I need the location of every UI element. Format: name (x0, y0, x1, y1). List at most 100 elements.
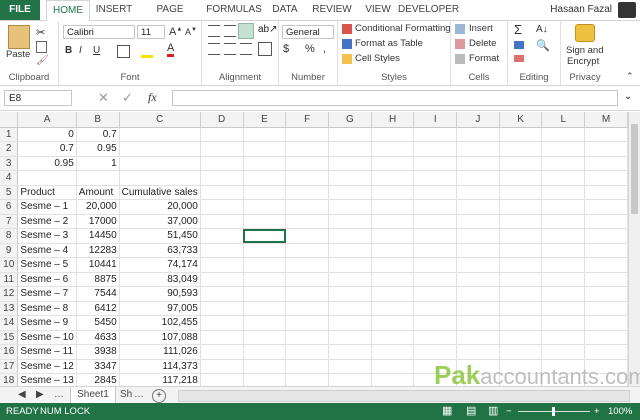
cell[interactable] (200, 272, 244, 287)
cell[interactable]: 5450 (76, 315, 120, 331)
column-header[interactable]: E (243, 112, 287, 128)
conditional-formatting-button[interactable]: Conditional Formatting (355, 23, 451, 34)
cell[interactable] (541, 170, 586, 186)
formula-input[interactable] (172, 90, 618, 106)
tab-file[interactable]: FILE (0, 0, 40, 20)
cell[interactable] (499, 228, 543, 244)
cell[interactable]: 0.7 (17, 141, 77, 157)
sheet-tab-sheet1[interactable]: Sheet1 (70, 387, 116, 404)
font-color-icon[interactable]: A (167, 43, 175, 57)
cell[interactable] (456, 156, 500, 171)
cell[interactable] (499, 315, 543, 331)
tab-page-layout[interactable]: PAGE LAYOUT (138, 0, 202, 35)
row-header[interactable]: 13 (0, 301, 19, 316)
sign-and-label[interactable]: Sign and (566, 45, 604, 56)
tab-view[interactable]: VIEW (360, 0, 396, 20)
cell[interactable] (285, 141, 329, 157)
vertical-scrollbar[interactable] (628, 112, 640, 386)
cell[interactable] (243, 301, 287, 316)
cell[interactable] (499, 286, 543, 302)
cell[interactable]: 97,005 (119, 301, 201, 316)
cell[interactable] (200, 228, 244, 244)
column-header[interactable]: B (76, 112, 120, 128)
bold-icon[interactable]: B (65, 45, 72, 56)
cell[interactable] (413, 185, 458, 200)
cell[interactable] (371, 330, 415, 345)
row-header[interactable]: 11 (0, 272, 19, 287)
row-header[interactable]: 1 (0, 127, 19, 142)
cell[interactable]: Sesme – 3 (17, 228, 77, 244)
cell[interactable] (243, 315, 287, 331)
cell[interactable] (541, 315, 586, 331)
cell[interactable] (200, 243, 244, 258)
cell[interactable] (285, 330, 329, 345)
shrink-font-icon[interactable]: A▼ (185, 27, 197, 37)
cell[interactable] (584, 301, 628, 316)
cell[interactable] (371, 185, 415, 200)
cell[interactable] (243, 156, 287, 171)
cell[interactable] (243, 127, 287, 142)
zoom-out-icon[interactable]: − (506, 403, 512, 420)
cell[interactable]: 0.95 (76, 141, 120, 157)
horizontal-scrollbar[interactable] (178, 390, 630, 402)
worksheet-grid[interactable]: A B C D E F G H I J K L M 1 0 0.7 2 0.7 0.95 3 0.95 1 4 5 Produc… (0, 112, 628, 386)
cell[interactable] (200, 286, 244, 302)
cell[interactable]: 0.95 (17, 156, 77, 171)
font-name-select[interactable]: Calibri (63, 25, 135, 39)
cell[interactable] (499, 214, 543, 229)
cell[interactable]: 0 (17, 127, 77, 142)
cell[interactable] (285, 301, 329, 316)
cell[interactable]: 90,593 (119, 286, 201, 302)
cell[interactable] (328, 243, 372, 258)
cell[interactable] (584, 315, 628, 331)
cell[interactable] (456, 170, 500, 186)
row-header[interactable]: 6 (0, 199, 19, 215)
cell[interactable]: 102,455 (119, 315, 201, 331)
row-header[interactable]: 17 (0, 359, 19, 374)
cell[interactable] (371, 170, 415, 186)
cell[interactable] (243, 214, 287, 229)
cell[interactable]: 1 (76, 156, 120, 171)
cell[interactable] (328, 199, 372, 215)
percent-icon[interactable]: % (305, 43, 315, 55)
cell[interactable] (413, 243, 458, 258)
cell[interactable]: 51,450 (119, 228, 201, 244)
cell[interactable] (584, 243, 628, 258)
cell[interactable]: 8875 (76, 272, 120, 287)
tab-developer[interactable]: DEVELOPER (398, 0, 459, 20)
cell[interactable] (243, 330, 287, 345)
cell[interactable] (76, 170, 120, 186)
encrypt-label[interactable]: Encrypt (567, 56, 599, 67)
cell[interactable] (413, 156, 458, 171)
cell[interactable] (456, 330, 500, 345)
cell[interactable] (541, 156, 586, 171)
find-select-icon[interactable]: 🔍 (536, 39, 550, 52)
cell[interactable] (243, 185, 287, 200)
normal-view-icon[interactable]: ▦ (442, 403, 452, 420)
cell[interactable] (541, 185, 586, 200)
cell[interactable]: 7544 (76, 286, 120, 302)
cell[interactable] (243, 359, 287, 374)
cell[interactable] (285, 185, 329, 200)
cell[interactable]: Sesme – 6 (17, 272, 77, 287)
cell[interactable] (413, 315, 458, 331)
cell[interactable] (243, 272, 287, 287)
zoom-in-icon[interactable]: + (594, 403, 600, 420)
sheet-tab-sh[interactable]: Sh (120, 387, 132, 403)
insert-function-icon[interactable]: fx (148, 90, 157, 105)
cell[interactable] (499, 141, 543, 157)
format-button[interactable]: Format (469, 53, 499, 64)
cell[interactable] (285, 344, 329, 360)
prev-sheet-icon[interactable]: ◀ (18, 387, 26, 403)
user-name[interactable]: Hasaan Fazal (550, 0, 612, 20)
autosum-icon[interactable]: Σ (514, 22, 522, 37)
cell[interactable] (413, 257, 458, 273)
cell[interactable] (584, 214, 628, 229)
expand-formula-bar-icon[interactable]: ⌄ (624, 91, 632, 102)
cell[interactable] (371, 214, 415, 229)
cell[interactable]: 111,026 (119, 344, 201, 360)
zoom-level[interactable]: 100% (608, 403, 632, 420)
cell[interactable] (328, 185, 372, 200)
cell[interactable]: Sesme – 2 (17, 214, 77, 229)
cell[interactable] (456, 243, 500, 258)
